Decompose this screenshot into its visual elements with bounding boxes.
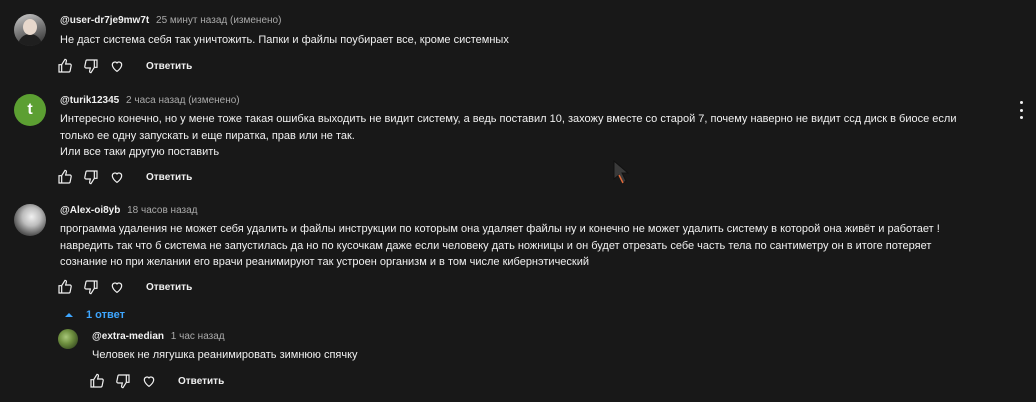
reply-button[interactable]: Ответить	[146, 172, 192, 183]
chevron-up-icon	[65, 313, 73, 317]
comment-meta: @user-dr7je9mw7t 25 минут назад (изменен…	[60, 15, 281, 26]
comment-author[interactable]: @turik12345	[60, 95, 119, 106]
comment-time[interactable]: 2 часа назад (изменено)	[126, 95, 240, 106]
dislike-icon[interactable]	[82, 57, 100, 75]
like-icon[interactable]	[56, 57, 74, 75]
comment-meta: @turik12345 2 часа назад (изменено)	[60, 95, 240, 106]
comment-actions: Ответить	[56, 275, 192, 299]
reply-button[interactable]: Ответить	[146, 61, 192, 72]
heart-icon[interactable]	[108, 278, 126, 296]
replies-toggle-button[interactable]: 1 ответ	[64, 309, 125, 321]
comment-author[interactable]: @Alex-oi8yb	[60, 205, 120, 216]
avatar[interactable]	[14, 14, 46, 46]
dislike-icon[interactable]	[114, 372, 132, 390]
comment-time[interactable]: 25 минут назад (изменено)	[156, 15, 281, 26]
reply-button[interactable]: Ответить	[146, 282, 192, 293]
comment-actions: Ответить	[88, 369, 224, 393]
comment-text: Не даст система себя так уничтожить. Пап…	[60, 34, 509, 46]
avatar[interactable]	[58, 329, 78, 349]
like-icon[interactable]	[56, 278, 74, 296]
comment-text: Человек не лягушка реанимировать зимнюю …	[92, 349, 358, 361]
like-icon[interactable]	[88, 372, 106, 390]
comment-text: программа удаления не может себя удалить…	[60, 223, 940, 268]
comment-text: Интересно конечно, но у мене тоже такая …	[60, 113, 957, 158]
comment-author[interactable]: @user-dr7je9mw7t	[60, 15, 149, 26]
reply-button[interactable]: Ответить	[178, 376, 224, 387]
heart-icon[interactable]	[108, 57, 126, 75]
heart-icon[interactable]	[140, 372, 158, 390]
comment-actions: Ответить	[56, 165, 192, 189]
avatar[interactable]: t	[14, 94, 46, 126]
heart-icon[interactable]	[108, 168, 126, 186]
comment-meta: @Alex-oi8yb 18 часов назад	[60, 205, 198, 216]
more-actions-icon[interactable]	[1017, 101, 1025, 119]
dislike-icon[interactable]	[82, 278, 100, 296]
avatar-letter: t	[27, 101, 33, 118]
avatar[interactable]	[14, 204, 46, 236]
comment-author[interactable]: @extra-median	[92, 331, 164, 342]
replies-count: 1 ответ	[86, 309, 125, 321]
comment-time[interactable]: 18 часов назад	[127, 205, 197, 216]
like-icon[interactable]	[56, 168, 74, 186]
comment-time[interactable]: 1 час назад	[171, 331, 225, 342]
comment-meta: @extra-median 1 час назад	[92, 331, 225, 342]
dislike-icon[interactable]	[82, 168, 100, 186]
mouse-cursor-icon	[613, 160, 630, 184]
comment-actions: Ответить	[56, 54, 192, 78]
